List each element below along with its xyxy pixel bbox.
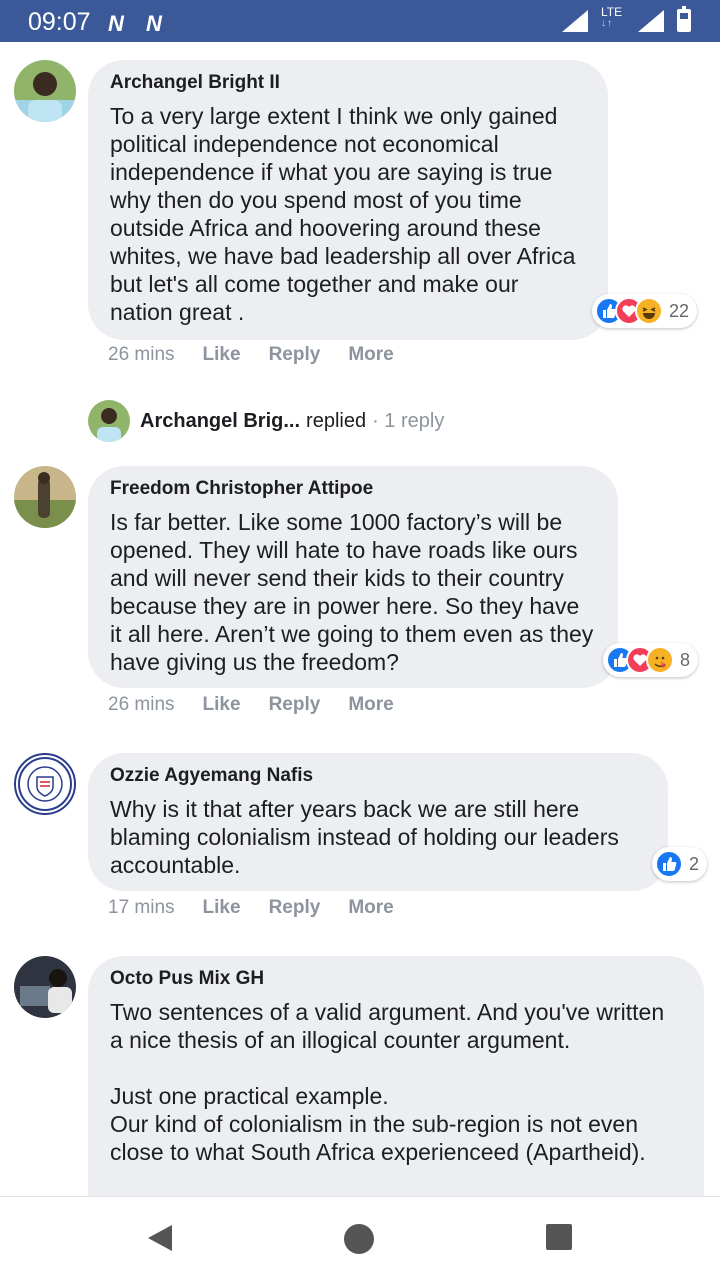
reply-author: Archangel Brig... <box>140 409 301 432</box>
comment-bubble[interactable]: Octo Pus Mix GH Two sentences of a valid… <box>88 956 704 1196</box>
comment-timestamp: 26 mins <box>108 694 175 715</box>
more-button[interactable]: More <box>348 344 393 366</box>
notification-icon: N <box>108 11 124 36</box>
comment-bubble[interactable]: Freedom Christopher Attipoe Is far bette… <box>88 466 618 688</box>
comment-text: Two sentences of a valid argument. And y… <box>110 999 665 1165</box>
avatar[interactable] <box>14 956 76 1018</box>
like-button[interactable]: Like <box>203 897 241 919</box>
data-activity-icon: ↓↑ <box>601 18 613 29</box>
reaction-count: 2 <box>689 853 700 874</box>
comment-author[interactable]: Freedom Christopher Attipoe <box>110 478 596 500</box>
comment-timestamp: 17 mins <box>108 897 175 918</box>
signal-icon <box>562 10 588 32</box>
comment-actions: 17 mins Like Reply More <box>108 897 422 919</box>
signal-icon <box>638 10 664 32</box>
reply-avatar <box>88 400 130 442</box>
avatar[interactable] <box>14 60 76 122</box>
network-type: LTE ↓↑ <box>601 5 623 29</box>
reply-button[interactable]: Reply <box>269 694 321 716</box>
comments-feed[interactable]: Archangel Bright II To a very large exte… <box>0 42 720 1196</box>
reactions-summary[interactable]: 2 <box>652 847 708 881</box>
like-button[interactable]: Like <box>203 344 241 366</box>
view-replies-link[interactable]: Archangel Brig... replied · 1 reply <box>88 400 444 442</box>
comment-bubble[interactable]: Archangel Bright II To a very large exte… <box>88 60 608 340</box>
avatar[interactable] <box>14 466 76 528</box>
battery-icon <box>677 6 691 32</box>
comment-bubble[interactable]: Ozzie Agyemang Nafis Why is it that afte… <box>88 753 668 891</box>
comment-actions: 26 mins Like Reply More <box>108 694 422 716</box>
reactions-summary[interactable]: 8 <box>603 643 699 677</box>
comment-timestamp: 26 mins <box>108 344 175 365</box>
comment-author[interactable]: Archangel Bright II <box>110 72 586 94</box>
like-reaction-icon <box>655 850 683 878</box>
comment-author[interactable]: Ozzie Agyemang Nafis <box>110 765 646 787</box>
notification-icon: N <box>146 11 162 36</box>
reaction-count: 22 <box>669 300 690 321</box>
like-button[interactable]: Like <box>203 694 241 716</box>
care-reaction-icon <box>646 646 674 674</box>
more-button[interactable]: More <box>348 897 393 919</box>
status-time: 09:07 <box>28 8 91 36</box>
navigation-bar <box>0 1196 720 1280</box>
home-icon[interactable] <box>343 1223 375 1255</box>
comment-text: To a very large extent I think we only g… <box>110 103 576 325</box>
status-bar: 09:07 N N LTE ↓↑ <box>0 0 720 42</box>
comment-author[interactable]: Octo Pus Mix GH <box>110 968 682 990</box>
reaction-count: 8 <box>680 649 691 670</box>
comment-text: Is far better. Like some 1000 factory’s … <box>110 509 594 675</box>
back-icon[interactable] <box>146 1223 174 1253</box>
haha-reaction-icon <box>635 297 663 325</box>
recents-icon[interactable] <box>545 1223 573 1251</box>
avatar[interactable] <box>14 753 76 815</box>
more-button[interactable]: More <box>348 694 393 716</box>
reply-verb: replied <box>306 409 367 432</box>
comment-actions: 26 mins Like Reply More <box>108 344 422 366</box>
reactions-summary[interactable]: 22 <box>592 294 698 328</box>
reply-button[interactable]: Reply <box>269 344 321 366</box>
reply-count: · 1 reply <box>372 409 445 432</box>
reply-button[interactable]: Reply <box>269 897 321 919</box>
comment-text: Why is it that after years back we are s… <box>110 796 619 878</box>
